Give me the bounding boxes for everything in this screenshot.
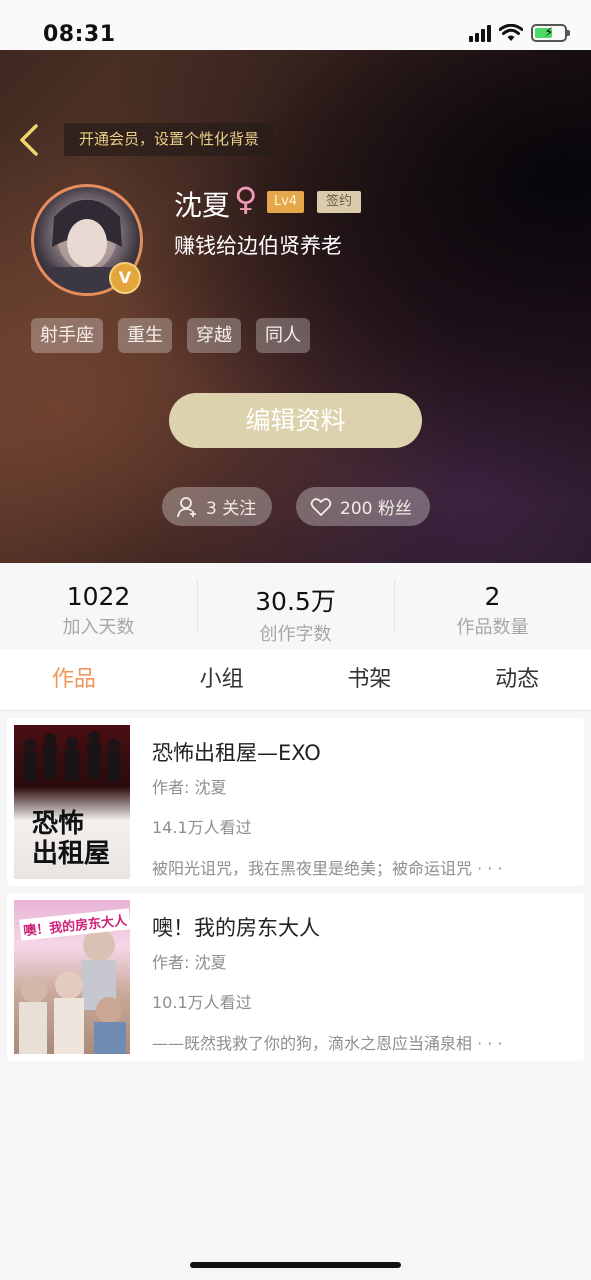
stat-works-count: 2 作品数量 xyxy=(394,563,591,649)
verified-badge-icon: V xyxy=(109,262,141,294)
work-author: 作者: 沈夏 xyxy=(152,953,227,972)
work-title: 噢！我的房东大人 xyxy=(152,916,320,940)
status-icons: ⚡ xyxy=(469,24,570,42)
work-title: 恐怖出租屋—EXO xyxy=(152,741,321,765)
work-views: 10.1万人看过 xyxy=(152,993,252,1012)
status-bar: 08:31 ⚡ xyxy=(0,0,591,50)
cover-title: 恐怖 出租屋 xyxy=(32,809,111,869)
level-badge: Lv4 xyxy=(267,191,304,213)
edit-profile-button[interactable]: 编辑资料 xyxy=(169,393,422,448)
tag-item[interactable]: 重生 xyxy=(118,318,172,353)
add-user-icon xyxy=(177,496,196,517)
book-cover: 噢！我的房东大人 xyxy=(14,900,130,1054)
following-label: 3 关注 xyxy=(206,499,257,519)
list-item[interactable]: 恐怖 出租屋 恐怖出租屋—EXO 作者: 沈夏 14.1万人看过 被阳光诅咒，我在… xyxy=(7,718,584,886)
signed-badge: 签约 xyxy=(317,191,361,213)
stats-bar: 1022 加入天数 30.5万 创作字数 2 作品数量 xyxy=(0,563,591,649)
tab-works[interactable]: 作品 xyxy=(0,649,148,710)
stat-join-days: 1022 加入天数 xyxy=(0,563,197,649)
heart-icon xyxy=(310,497,332,516)
tab-bookshelf[interactable]: 书架 xyxy=(296,649,444,710)
stat-value: 2 xyxy=(484,582,501,611)
fans-label: 200 粉丝 xyxy=(340,499,412,519)
profile-tabs: 作品 小组 书架 动态 xyxy=(0,649,591,711)
work-views: 14.1万人看过 xyxy=(152,818,252,837)
stat-value: 1022 xyxy=(66,582,131,611)
battery-icon: ⚡ xyxy=(531,24,570,42)
tag-item[interactable]: 射手座 xyxy=(31,318,103,353)
stat-word-count: 30.5万 创作字数 xyxy=(197,563,394,649)
tag-list: 射手座 重生 穿越 同人 xyxy=(31,318,310,353)
tag-item[interactable]: 同人 xyxy=(256,318,310,353)
avatar[interactable]: V xyxy=(31,184,143,296)
stat-label: 加入天数 xyxy=(62,617,135,638)
username: 沈夏 xyxy=(174,189,231,222)
list-item[interactable]: 噢！我的房东大人 噢！我的房东大人 作者: 沈夏 10.1万人看过 ——既然我救… xyxy=(7,893,584,1061)
home-indicator[interactable] xyxy=(190,1262,401,1268)
user-bio: 赚钱给边伯贤养老 xyxy=(174,234,342,258)
work-description: 被阳光诅咒，我在黑夜里是绝美；被命运诅咒 · · · xyxy=(152,859,503,878)
stat-label: 创作字数 xyxy=(259,624,332,645)
female-gender-icon: ♀ xyxy=(234,180,258,218)
stat-value: 30.5万 xyxy=(255,587,336,616)
book-cover: 恐怖 出租屋 xyxy=(14,725,130,879)
profile-header: 开通会员，设置个性化背景 V 沈夏 ♀ Lv4 签约 赚钱给边伯贤养老 射手座 … xyxy=(0,50,591,563)
tag-item[interactable]: 穿越 xyxy=(187,318,241,353)
status-time: 08:31 xyxy=(43,22,116,47)
works-list: 恐怖 出租屋 恐怖出租屋—EXO 作者: 沈夏 14.1万人看过 被阳光诅咒，我在… xyxy=(7,718,584,1068)
stat-label: 作品数量 xyxy=(456,617,529,638)
work-description: ——既然我救了你的狗，滴水之恩应当涌泉相 · · · xyxy=(152,1034,503,1053)
following-button[interactable]: 3 关注 xyxy=(162,487,272,526)
back-icon[interactable] xyxy=(14,122,44,158)
signal-icon xyxy=(469,24,491,42)
fans-button[interactable]: 200 粉丝 xyxy=(296,487,430,526)
vip-background-tip[interactable]: 开通会员，设置个性化背景 xyxy=(64,123,275,156)
work-author: 作者: 沈夏 xyxy=(152,778,227,797)
tab-activity[interactable]: 动态 xyxy=(443,649,591,710)
tab-groups[interactable]: 小组 xyxy=(148,649,296,710)
wifi-icon xyxy=(499,24,523,41)
